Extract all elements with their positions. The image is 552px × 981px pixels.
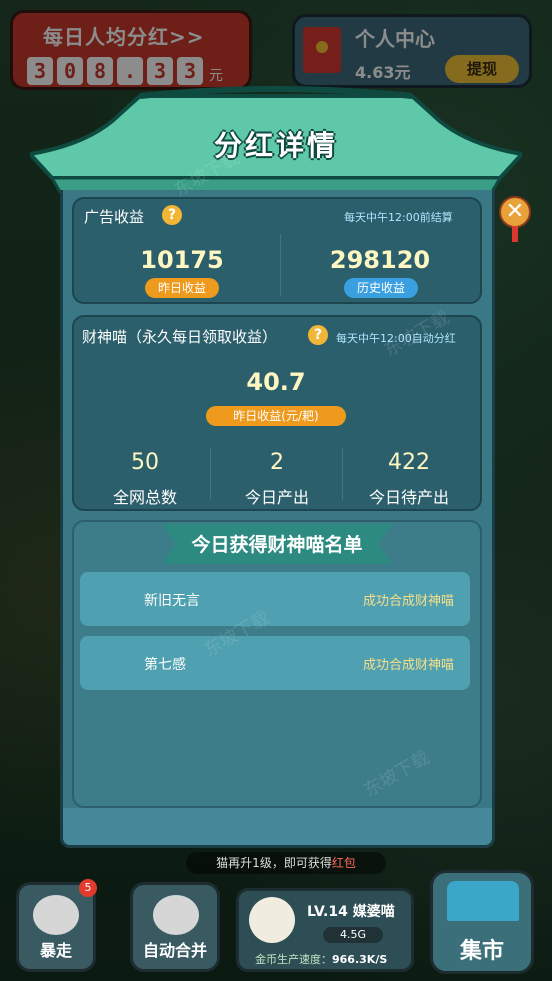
modal-footer <box>60 808 495 848</box>
close-icon[interactable]: ✕ <box>499 196 531 228</box>
stat-today-value: 2 <box>270 450 284 475</box>
rampage-label: 暴走 <box>39 941 72 960</box>
list-item: 新旧无言 成功合成财神喵 <box>80 572 470 626</box>
ad-history-label: 历史收益 <box>344 278 418 298</box>
list-title: 今日获得财神喵名单 <box>191 534 363 556</box>
fortune-cat-note: 每天中午12:00自动分红 <box>336 332 456 345</box>
ad-yesterday-value: 10175 <box>140 246 224 274</box>
ad-income-note: 每天中午12:00前结算 <box>344 211 453 224</box>
list-item-status: 成功合成财神喵 <box>362 594 454 609</box>
cat-face-icon <box>33 895 79 935</box>
cat-level-text: LV.14 媒婆喵 <box>307 904 395 920</box>
stat-pending-label: 今日待产出 <box>368 488 449 507</box>
stat-today-label: 今日产出 <box>244 488 309 507</box>
hint-middle: 级，即可获得 <box>259 856 332 870</box>
market-button[interactable]: 集市 <box>430 870 534 974</box>
market-label: 集市 <box>459 939 504 964</box>
notification-badge: 5 <box>79 879 97 897</box>
rampage-button[interactable]: 暴走 5 <box>16 879 97 972</box>
ad-yesterday-label: 昨日收益 <box>145 278 219 298</box>
hint-number: 1 <box>252 856 260 870</box>
list-item-name: 新旧无言 <box>144 593 200 609</box>
coin-speed-value: 966.3K/S <box>332 953 388 966</box>
fortune-cat-label: 财神喵（永久每日领取收益） <box>82 328 278 346</box>
stat-total-value: 50 <box>131 450 159 475</box>
coin-speed: 金币生产速度：966.3K/S <box>255 951 387 967</box>
list-item: 第七感 成功合成财神喵 <box>80 636 470 690</box>
hint-prefix: 猫再升 <box>216 856 253 870</box>
divider <box>280 234 281 296</box>
cat-level-panel[interactable]: LV.14 媒婆喵 4.5G 金币生产速度：966.3K/S <box>236 888 414 972</box>
list-item-name: 第七感 <box>144 657 186 673</box>
coin-speed-label: 金币生产速度： <box>255 953 332 966</box>
divider <box>342 448 343 500</box>
modal-title: 分红详情 <box>213 129 338 162</box>
tassel-icon <box>512 226 518 242</box>
hint-red-envelope: 红包 <box>331 856 356 870</box>
stat-total-label: 全网总数 <box>112 488 177 507</box>
list-item-status: 成功合成财神喵 <box>362 658 454 673</box>
divider <box>210 448 211 500</box>
coin-amount: 4.5G <box>323 927 383 943</box>
help-icon[interactable]: ? <box>162 205 182 225</box>
close-button[interactable]: ✕ <box>496 186 534 242</box>
market-stall-icon <box>447 881 519 921</box>
fortune-yesterday-label: 昨日收益(元/耙) <box>206 406 346 426</box>
fortune-yesterday-value: 40.7 <box>246 368 306 396</box>
ad-income-label: 广告收益 <box>84 208 145 226</box>
ad-history-value: 298120 <box>329 246 431 274</box>
auto-merge-button[interactable]: 自动合并 <box>130 882 220 972</box>
merge-cats-icon <box>153 895 199 935</box>
help-icon[interactable]: ? <box>308 325 328 345</box>
stat-pending-value: 422 <box>388 450 430 475</box>
auto-merge-label: 自动合并 <box>142 941 207 960</box>
cat-avatar <box>249 897 295 943</box>
upgrade-hint: 猫再升1级，即可获得红包 <box>186 852 386 874</box>
